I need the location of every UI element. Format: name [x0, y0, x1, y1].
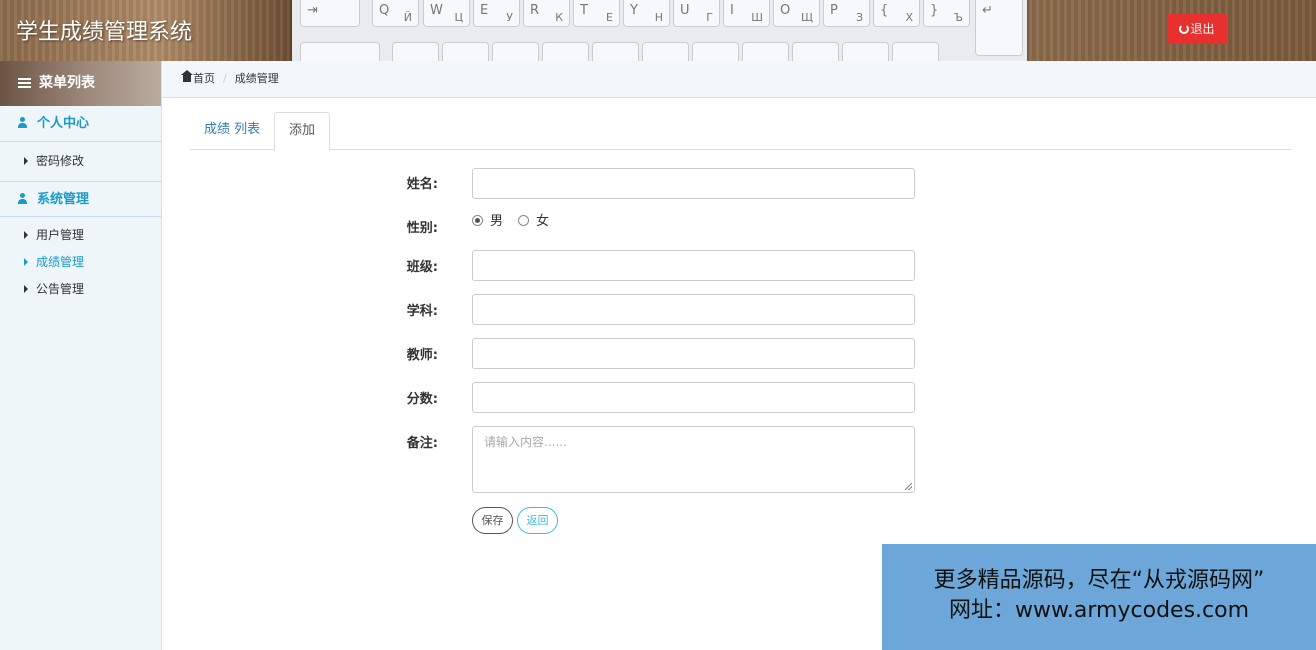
keyboard-key: } Ъ	[923, 0, 970, 27]
keyboard-key	[592, 42, 639, 61]
sidebar-menu-header: 菜单列表	[0, 61, 161, 106]
sidebar-group-label: 个人中心	[37, 116, 90, 131]
keyboard-key	[892, 42, 939, 61]
header-keyboard-image: ⇥ QЙ WЦ EУ RК TЕ YН UГ IШ OЩ PЗ {Х } Ъ ↵	[292, 0, 1027, 61]
home-icon	[181, 70, 193, 82]
user-icon	[18, 193, 27, 204]
logout-button[interactable]: 退出	[1167, 14, 1227, 44]
sidebar-item-label: 成绩管理	[36, 255, 85, 269]
sidebar-item-grades[interactable]: 成绩管理	[0, 249, 161, 276]
name-input[interactable]	[472, 168, 915, 199]
score-input[interactable]	[472, 382, 915, 413]
remark-textarea[interactable]: 请输入内容......	[472, 426, 915, 493]
sidebar-item-notices[interactable]: 公告管理	[0, 276, 161, 303]
keyboard-key: WЦ	[423, 0, 470, 27]
keyboard-key: EУ	[473, 0, 520, 27]
keyboard-key	[300, 42, 380, 61]
keyboard-key	[542, 42, 589, 61]
sidebar-menu-title: 菜单列表	[39, 75, 95, 91]
logout-label: 退出	[1190, 22, 1215, 36]
keyboard-key: QЙ	[372, 0, 419, 27]
keyboard-enter-key: ↵	[975, 0, 1023, 56]
class-label: 班级:	[406, 260, 438, 275]
breadcrumb: 首页 / 成绩管理	[162, 61, 1316, 98]
keyboard-key	[492, 42, 539, 61]
caret-right-icon	[24, 258, 28, 266]
power-icon	[1179, 24, 1190, 34]
sidebar-sublist-personal: 密码修改	[0, 142, 161, 181]
keyboard-key	[792, 42, 839, 61]
keyboard-key	[842, 42, 889, 61]
gender-male-radio[interactable]	[472, 215, 483, 226]
content-tabs: 成绩 列表 添加	[190, 112, 1291, 151]
breadcrumb-current: 成绩管理	[234, 72, 279, 85]
app-title: 学生成绩管理系统	[16, 20, 193, 45]
keyboard-key: IШ	[723, 0, 770, 27]
sidebar-item-users[interactable]: 用户管理	[0, 222, 161, 249]
promo-banner: 更多精品源码，尽在“从戎源码网” 网址：www.armycodes.com	[882, 544, 1316, 650]
gender-male-label: 男	[490, 214, 504, 229]
teacher-input[interactable]	[472, 338, 915, 369]
promo-line-2: 网址：www.armycodes.com	[948, 598, 1250, 623]
remark-placeholder: 请输入内容......	[484, 435, 567, 449]
list-icon	[18, 78, 31, 88]
sidebar-item-label: 密码修改	[36, 154, 85, 168]
name-label: 姓名:	[406, 177, 438, 192]
subject-label: 学科:	[406, 304, 438, 319]
keyboard-key	[742, 42, 789, 61]
back-button[interactable]: 返回	[517, 507, 558, 534]
sidebar-item-label: 公告管理	[36, 282, 85, 296]
sidebar-group-label: 系统管理	[37, 192, 90, 207]
sidebar-item-password[interactable]: 密码修改	[0, 148, 161, 175]
app-header: ⇥ QЙ WЦ EУ RК TЕ YН UГ IШ OЩ PЗ {Х } Ъ ↵ …	[0, 0, 1316, 61]
breadcrumb-separator: /	[223, 72, 227, 85]
keyboard-key	[442, 42, 489, 61]
sidebar-group-system[interactable]: 系统管理	[0, 181, 161, 217]
keyboard-key: YН	[623, 0, 670, 27]
caret-right-icon	[24, 231, 28, 239]
tab-add[interactable]: 添加	[274, 112, 331, 151]
tab-grade-list[interactable]: 成绩 列表	[190, 112, 274, 150]
keyboard-tab-key: ⇥	[300, 0, 360, 27]
teacher-label: 教师:	[406, 348, 438, 363]
score-label: 分数:	[406, 392, 438, 407]
keyboard-key	[692, 42, 739, 61]
class-input[interactable]	[472, 250, 915, 281]
keyboard-key: {Х	[873, 0, 920, 27]
keyboard-key: OЩ	[773, 0, 820, 27]
keyboard-key: PЗ	[823, 0, 870, 27]
gender-label: 性别:	[406, 221, 438, 236]
remark-label: 备注:	[406, 436, 438, 451]
keyboard-key	[392, 42, 439, 61]
sidebar: 菜单列表 个人中心 密码修改 系统管理 用户管理 成绩管理 公告管理	[0, 61, 162, 650]
gender-female-radio[interactable]	[518, 215, 530, 226]
user-icon	[18, 117, 27, 128]
caret-right-icon	[24, 285, 28, 293]
sidebar-item-label: 用户管理	[36, 228, 85, 242]
breadcrumb-home[interactable]: 首页	[193, 72, 215, 85]
promo-line-1: 更多精品源码，尽在“从戎源码网”	[933, 568, 1265, 593]
caret-right-icon	[24, 157, 28, 165]
gender-radio-group: 男女	[472, 214, 564, 230]
keyboard-key: UГ	[673, 0, 720, 27]
sidebar-sublist-system: 用户管理 成绩管理 公告管理	[0, 217, 161, 309]
subject-input[interactable]	[472, 294, 915, 325]
keyboard-key: RК	[523, 0, 570, 27]
keyboard-key: TЕ	[573, 0, 620, 27]
keyboard-key	[642, 42, 689, 61]
save-button[interactable]: 保存	[472, 507, 513, 534]
resize-grip-icon[interactable]	[905, 483, 912, 490]
gender-female-label: 女	[536, 214, 550, 229]
sidebar-group-personal[interactable]: 个人中心	[0, 106, 161, 142]
